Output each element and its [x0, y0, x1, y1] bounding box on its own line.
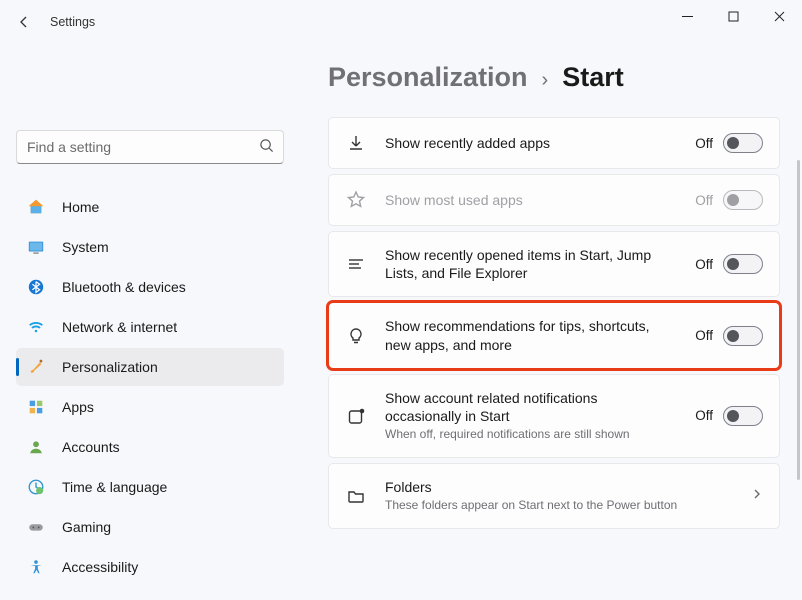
setting-recent-items[interactable]: Show recently opened items in Start, Jum… [328, 231, 780, 297]
toggle-state: Off [695, 328, 713, 343]
sidebar-item-label: Network & internet [62, 319, 177, 335]
folder-icon [345, 485, 367, 507]
app-title: Settings [50, 15, 95, 29]
toggle-switch [723, 190, 763, 210]
list-icon [345, 253, 367, 275]
setting-account-notifications[interactable]: Show account related notifications occas… [328, 374, 780, 458]
sidebar-item-network[interactable]: Network & internet [16, 308, 284, 346]
toggle-switch[interactable] [723, 254, 763, 274]
sidebar-item-label: Accessibility [62, 559, 138, 575]
gamepad-icon [26, 517, 46, 537]
setting-subtitle: When off, required notifications are sti… [385, 427, 677, 443]
toggle-state: Off [695, 193, 713, 208]
toggle-switch[interactable] [723, 326, 763, 346]
maximize-button[interactable] [710, 0, 756, 32]
toggle-switch[interactable] [723, 133, 763, 153]
toggle-switch[interactable] [723, 406, 763, 426]
sidebar-item-label: Personalization [62, 359, 158, 375]
sidebar-item-bluetooth[interactable]: Bluetooth & devices [16, 268, 284, 306]
setting-title: Show account related notifications occas… [385, 389, 677, 425]
search-input[interactable] [16, 130, 284, 164]
search-box[interactable] [16, 130, 284, 164]
apps-icon [26, 397, 46, 417]
sidebar-item-accessibility[interactable]: Accessibility [16, 548, 284, 586]
chevron-right-icon: › [542, 69, 549, 92]
sidebar-item-system[interactable]: System [16, 228, 284, 266]
star-icon [345, 189, 367, 211]
toggle-state: Off [695, 136, 713, 151]
setting-title: Show most used apps [385, 191, 677, 209]
sidebar-item-accounts[interactable]: Accounts [16, 428, 284, 466]
setting-recommendations[interactable]: Show recommendations for tips, shortcuts… [328, 302, 780, 368]
close-button[interactable] [756, 0, 802, 32]
sidebar-item-label: Apps [62, 399, 94, 415]
sidebar-item-personalization[interactable]: Personalization [16, 348, 284, 386]
setting-recently-added[interactable]: Show recently added apps Off [328, 117, 780, 169]
bluetooth-icon [26, 277, 46, 297]
setting-title: Show recently opened items in Start, Jum… [385, 246, 677, 282]
sidebar-item-label: Gaming [62, 519, 111, 535]
sidebar-item-label: Home [62, 199, 99, 215]
paintbrush-icon [26, 357, 46, 377]
download-icon [345, 132, 367, 154]
minimize-button[interactable] [664, 0, 710, 32]
setting-title: Folders [385, 478, 729, 496]
breadcrumb-parent[interactable]: Personalization [328, 62, 528, 93]
system-icon [26, 237, 46, 257]
breadcrumb: Personalization › Start [328, 62, 780, 93]
setting-folders[interactable]: Folders These folders appear on Start ne… [328, 463, 780, 529]
home-icon [26, 197, 46, 217]
wifi-icon [26, 317, 46, 337]
sidebar-item-label: Accounts [62, 439, 120, 455]
setting-most-used: Show most used apps Off [328, 174, 780, 226]
sidebar-item-label: System [62, 239, 109, 255]
clock-globe-icon [26, 477, 46, 497]
sidebar-item-apps[interactable]: Apps [16, 388, 284, 426]
sidebar-item-label: Bluetooth & devices [62, 279, 186, 295]
toggle-state: Off [695, 408, 713, 423]
search-icon [259, 138, 274, 156]
lightbulb-icon [345, 325, 367, 347]
sidebar-item-home[interactable]: Home [16, 188, 284, 226]
back-button[interactable] [8, 6, 40, 38]
person-icon [26, 437, 46, 457]
setting-title: Show recently added apps [385, 134, 677, 152]
sidebar-item-label: Time & language [62, 479, 167, 495]
scrollbar[interactable] [797, 160, 800, 480]
setting-subtitle: These folders appear on Start next to th… [385, 498, 729, 514]
toggle-state: Off [695, 257, 713, 272]
sidebar-item-time-language[interactable]: Time & language [16, 468, 284, 506]
page-title: Start [562, 62, 624, 93]
setting-title: Show recommendations for tips, shortcuts… [385, 317, 677, 353]
badge-icon [345, 405, 367, 427]
chevron-right-icon [751, 488, 763, 503]
sidebar-item-gaming[interactable]: Gaming [16, 508, 284, 546]
accessibility-icon [26, 557, 46, 577]
